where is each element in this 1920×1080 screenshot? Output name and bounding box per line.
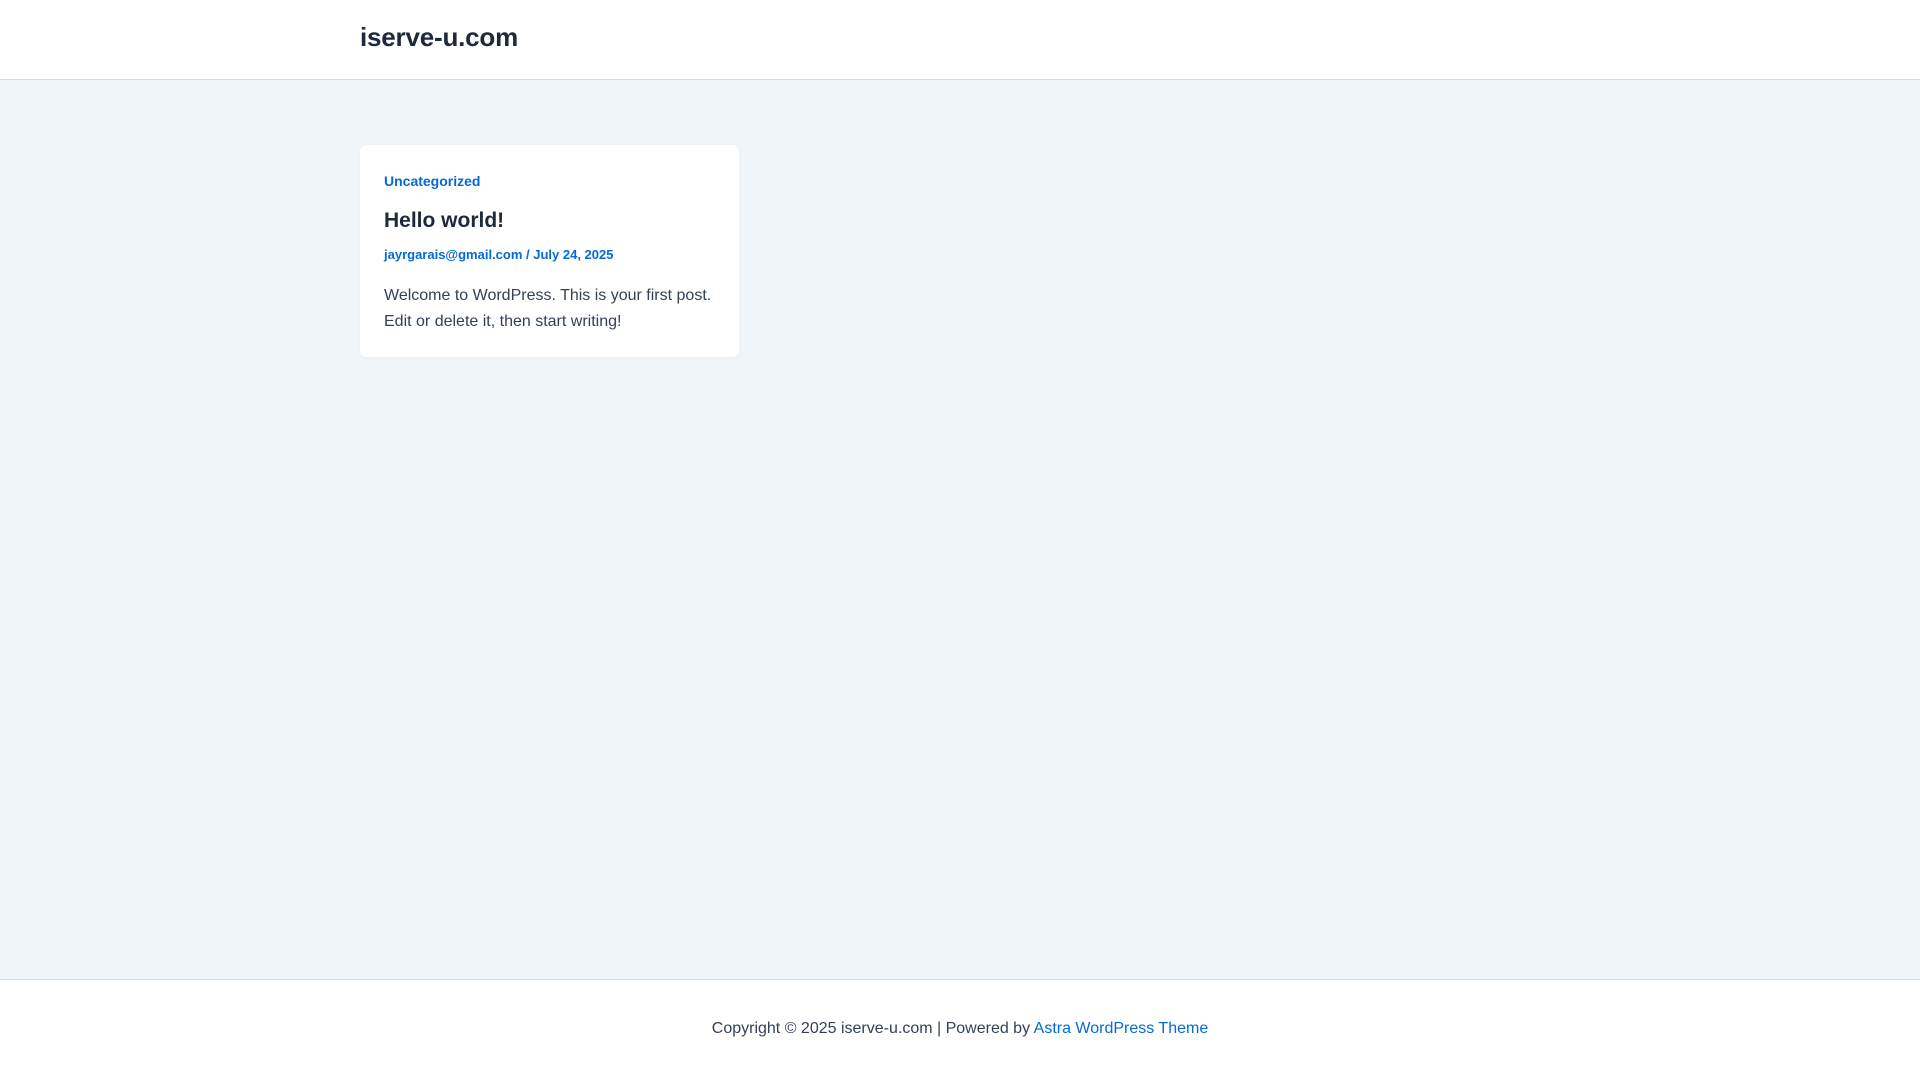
post-meta-separator: / bbox=[522, 247, 534, 262]
post-title-link[interactable]: Hello world! bbox=[384, 209, 504, 232]
footer-text: Copyright © 2025 iserve-u.com | Powered … bbox=[0, 1020, 1920, 1038]
site-header: iserve-u.com bbox=[0, 0, 1920, 80]
post-category-link[interactable]: Uncategorized bbox=[384, 173, 480, 189]
post-card: Uncategorized Hello world! jayrgarais@gm… bbox=[360, 145, 739, 357]
post-title[interactable]: Hello world! bbox=[384, 209, 504, 233]
site-footer: Copyright © 2025 iserve-u.com | Powered … bbox=[0, 979, 1920, 1080]
site-title-link[interactable]: iserve-u.com bbox=[360, 22, 518, 53]
post-meta: jayrgarais@gmail.com / July 24, 2025 bbox=[384, 247, 613, 262]
post-author-link[interactable]: jayrgarais@gmail.com bbox=[384, 247, 522, 262]
post-excerpt: Welcome to WordPress. This is your first… bbox=[384, 287, 712, 330]
post-date: July 24, 2025 bbox=[533, 247, 614, 262]
footer-copyright: Copyright © 2025 iserve-u.com | Powered … bbox=[711, 1020, 1034, 1037]
footer-theme-link[interactable]: Astra WordPress Theme bbox=[1034, 1020, 1209, 1037]
main-content: Uncategorized Hello world! jayrgarais@gm… bbox=[0, 81, 1920, 979]
